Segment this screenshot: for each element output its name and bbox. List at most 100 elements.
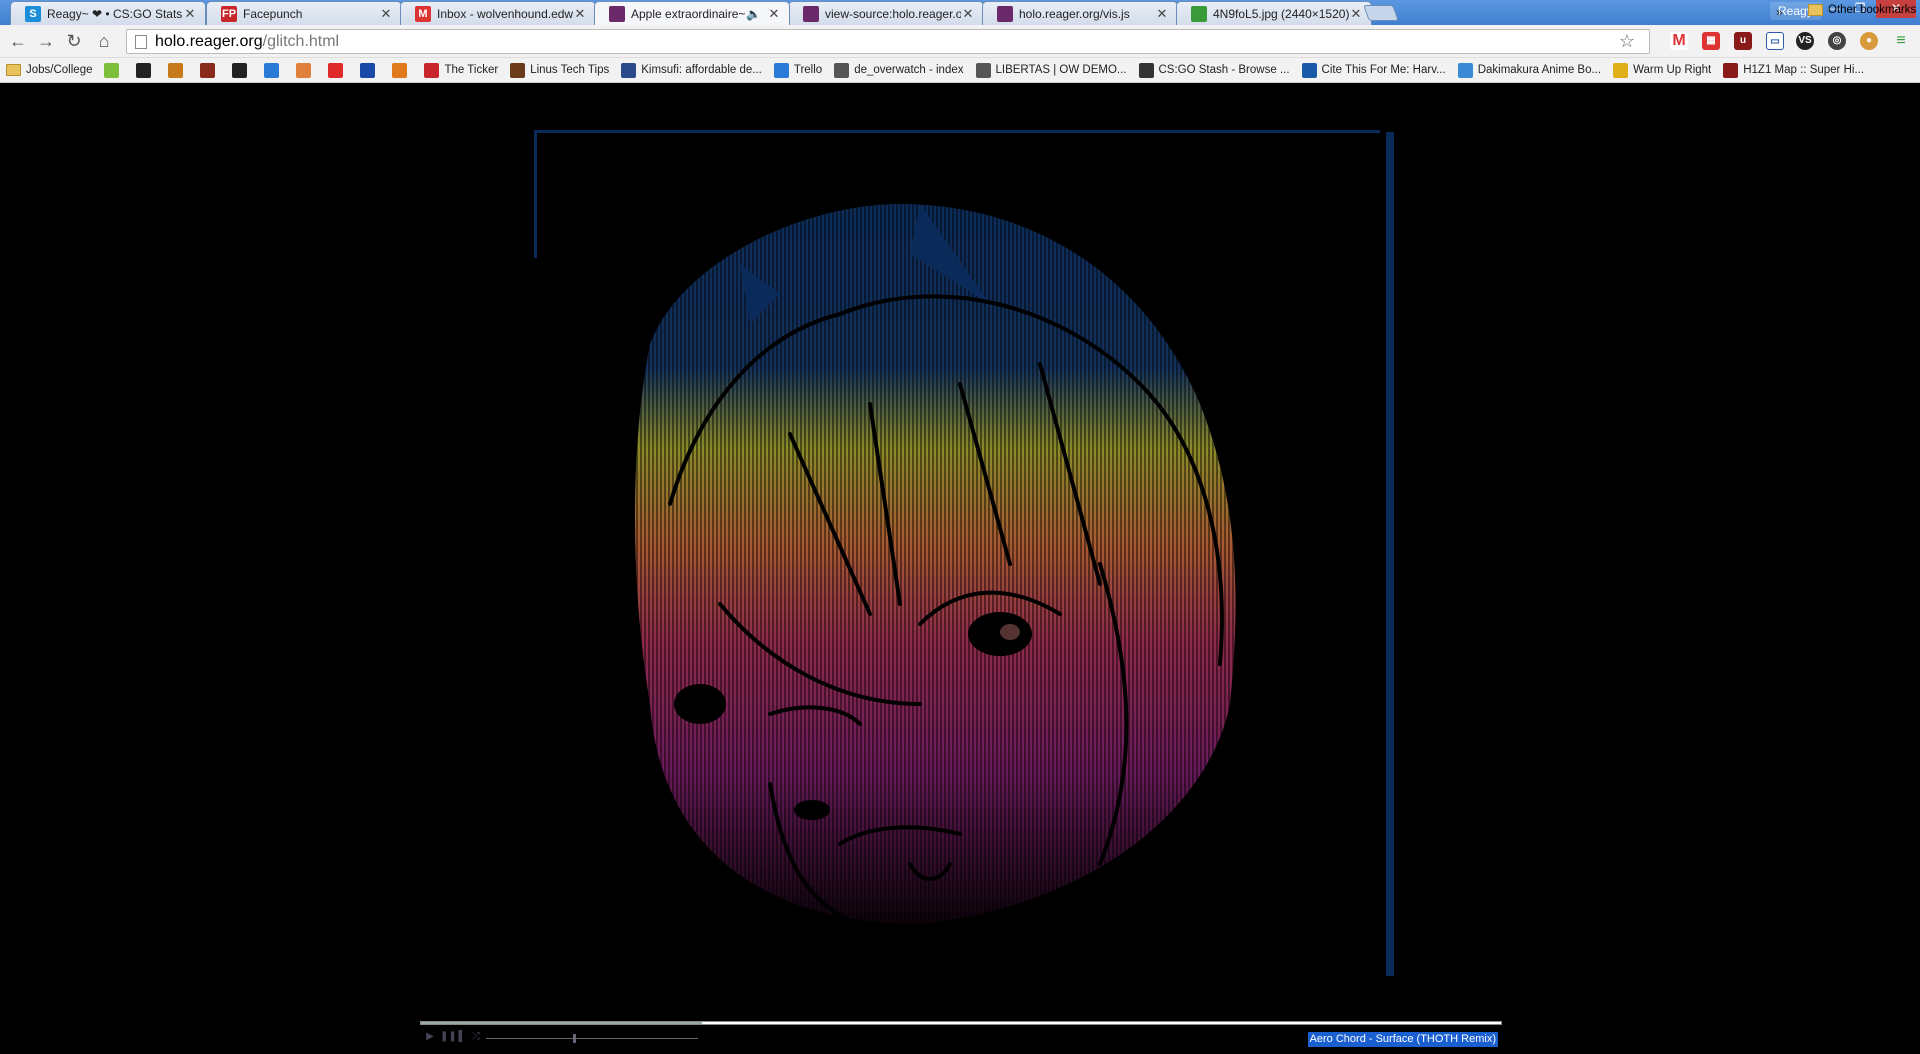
address-bar[interactable]: holo.reager.org /glitch.html ☆ (126, 29, 1650, 54)
progress-bar[interactable] (420, 1021, 1502, 1025)
back-icon[interactable]: ← (6, 30, 30, 54)
bookmark-favicon-icon (136, 62, 152, 78)
page-icon (135, 34, 147, 49)
tab-close-icon[interactable]: ✕ (1155, 6, 1169, 22)
bookmark-item[interactable] (264, 62, 284, 78)
track-title: Aero Chord - Surface (THOTH Remix) (1307, 1032, 1498, 1047)
tab[interactable]: M Inbox - wolvenhound.edwar ✕ (400, 1, 596, 25)
visualizer-artwork (635, 204, 1236, 926)
bookmark-favicon-icon (1723, 62, 1739, 78)
cookie-extension-icon[interactable]: ● (1860, 32, 1878, 50)
bookmark-item[interactable] (232, 62, 252, 78)
url-host: holo.reager.org (155, 32, 263, 50)
bookmark-item[interactable] (200, 62, 220, 78)
bookmark-item[interactable]: CS:GO Stash - Browse ... (1138, 62, 1290, 78)
other-bookmarks-label: Other bookmarks (1828, 4, 1917, 16)
reload-icon[interactable]: ↻ (62, 30, 86, 54)
extension-icon[interactable]: ▦ (1702, 32, 1720, 50)
volume-slider-handle[interactable] (572, 1034, 576, 1043)
bookmark-item[interactable]: Kimsufi: affordable de... (621, 62, 762, 78)
bookmark-item[interactable] (104, 62, 124, 78)
tab-close-icon[interactable]: ✕ (767, 6, 781, 22)
bookmark-label: Trello (793, 64, 823, 76)
vs-extension-icon[interactable]: VS (1796, 32, 1814, 50)
bookmarks-overflow-chevron-icon[interactable]: » (1776, 5, 1783, 19)
tab-title: Facepunch (243, 6, 303, 21)
bookmark-item[interactable]: Cite This For Me: Harv... (1301, 62, 1446, 78)
bookmark-item[interactable]: Warm Up Right (1613, 62, 1712, 78)
bookmark-item[interactable] (392, 62, 412, 78)
bookmark-item[interactable] (296, 62, 316, 78)
pause-icon[interactable]: ❚❚ (440, 1031, 457, 1043)
bookmark-favicon-icon (1301, 62, 1317, 78)
bookmark-favicon-icon (264, 62, 280, 78)
bookmark-favicon-icon (1613, 62, 1629, 78)
bookmark-item[interactable]: Dakimakura Anime Bo... (1457, 62, 1601, 78)
tab[interactable]: Apple extraordinaire~ 🔈 ✕ (594, 1, 790, 25)
tab[interactable]: FP Facepunch ✕ (206, 1, 402, 25)
stop-icon[interactable]: ▌ (456, 1031, 468, 1043)
bookmark-favicon-icon (975, 62, 991, 78)
bookmarks-bar: Jobs/College The Ticker Linus Tech Tips Kim… (0, 58, 1920, 83)
tab[interactable]: view-source:holo.reager.org ✕ (788, 1, 984, 25)
tab-close-icon[interactable]: ✕ (961, 6, 975, 22)
tab-favicon-icon (1191, 5, 1207, 22)
bookmark-item[interactable]: The Ticker (424, 62, 498, 78)
tab-strip: S Reagy~ ❤ • CS:GO Stats ✕ FP Facepunch ✕ M Inb… (0, 0, 1920, 25)
bookmark-item[interactable]: LIBERTAS | OW DEMO... (975, 62, 1127, 78)
bookmark-favicon-icon (200, 62, 216, 78)
extension-icon[interactable]: ◎ (1828, 32, 1846, 50)
bookmark-item[interactable] (360, 62, 380, 78)
bookmark-item[interactable]: Linus Tech Tips (510, 62, 609, 78)
visualizer-border (534, 130, 1380, 133)
tab-title: Apple extraordinaire~ (631, 6, 746, 21)
tab-favicon-icon (997, 5, 1013, 22)
bookmark-favicon-icon (621, 62, 637, 78)
tab-title: 4N9foL5.jpg (2440×1520) (1213, 6, 1349, 21)
tab-favicon-icon (609, 5, 625, 22)
bookmark-item[interactable] (168, 62, 188, 78)
home-icon[interactable]: ⌂ (92, 30, 116, 54)
bookmark-favicon-icon (1138, 62, 1154, 78)
volume-slider[interactable] (486, 1034, 698, 1043)
bookmark-favicon-icon (392, 62, 408, 78)
bookmark-item[interactable]: Jobs/College (6, 64, 92, 76)
other-bookmarks-folder[interactable]: Other bookmarks (1808, 4, 1916, 16)
tab-close-icon[interactable]: ✕ (183, 6, 197, 22)
bookmark-label: Jobs/College (26, 64, 93, 76)
tab-close-icon[interactable]: ✕ (379, 6, 393, 22)
tab-audio-icon[interactable]: 🔈 (746, 7, 761, 21)
bookmark-label: H1Z1 Map :: Super Hi... (1743, 64, 1865, 76)
tab[interactable]: holo.reager.org/vis.js ✕ (982, 1, 1178, 25)
play-icon[interactable]: ▶ (424, 1031, 436, 1043)
ublock-icon[interactable]: u (1734, 32, 1752, 50)
tab[interactable]: S Reagy~ ❤ • CS:GO Stats ✕ (10, 1, 206, 25)
progress-fill (421, 1022, 702, 1024)
new-tab-button[interactable] (1363, 5, 1399, 21)
bookmark-favicon-icon (510, 62, 526, 78)
tab[interactable]: 4N9foL5.jpg (2440×1520) ✕ (1176, 1, 1372, 25)
forward-icon[interactable]: → (34, 30, 58, 54)
bookmark-favicon-icon (424, 62, 440, 78)
gmail-extension-icon[interactable]: M (1670, 32, 1688, 50)
menu-icon[interactable]: ≡ (1892, 32, 1910, 50)
shuffle-icon[interactable]: ⤮ (470, 1031, 482, 1043)
bookmark-item[interactable]: de_overwatch - index (834, 62, 964, 78)
tab-close-icon[interactable]: ✕ (573, 6, 587, 22)
bookmark-favicon-icon (328, 62, 344, 78)
bookmark-item[interactable] (136, 62, 156, 78)
bookmark-favicon-icon (834, 62, 850, 78)
bookmark-label: Warm Up Right (1633, 64, 1712, 76)
bookmark-item[interactable]: Trello (773, 62, 823, 78)
bookmark-item[interactable]: H1Z1 Map :: Super Hi... (1723, 62, 1865, 78)
tab-title: view-source:holo.reager.org (825, 6, 961, 21)
tab-close-icon[interactable]: ✕ (1349, 6, 1363, 22)
tab-title: holo.reager.org/vis.js (1019, 6, 1130, 21)
bookmark-star-icon[interactable]: ☆ (1619, 31, 1635, 52)
bookmark-favicon-icon (296, 62, 312, 78)
audio-player: ▶ ❚❚ ▌ ⤮ Aero Chord - Surface (THOTH Rem… (420, 1021, 1502, 1051)
page-content: ▶ ❚❚ ▌ ⤮ Aero Chord - Surface (THOTH Rem… (0, 84, 1920, 1054)
visualizer-border (1386, 132, 1394, 976)
screenshot-extension-icon[interactable]: ▭ (1766, 32, 1784, 50)
bookmark-item[interactable] (328, 62, 348, 78)
